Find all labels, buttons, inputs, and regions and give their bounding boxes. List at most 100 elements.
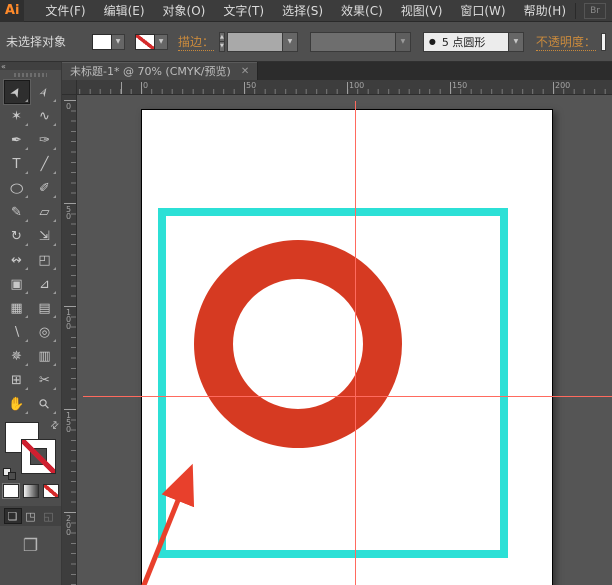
tool-artboard[interactable]: ⊞ xyxy=(4,368,30,392)
tool-magic-wand[interactable]: ✶ xyxy=(4,104,30,128)
menu-item[interactable]: 文件(F) xyxy=(36,0,94,22)
tool-perspective-grid[interactable]: ⊿ xyxy=(32,272,58,296)
opacity-input[interactable] xyxy=(600,32,606,51)
menu-item[interactable]: 对象(O) xyxy=(154,0,215,22)
tool-lasso[interactable]: ∿ xyxy=(32,104,58,128)
hruler-label: 50 xyxy=(246,81,257,90)
tool-type[interactable]: T xyxy=(4,152,30,176)
swap-fill-stroke-icon[interactable]: ⇄ xyxy=(48,419,62,433)
menubar: Ai 文件(F) 编辑(E) 对象(O) 文字(T) 选择(S) 效果(C) 视图(V) 窗口… xyxy=(0,0,612,22)
stepper-up-icon[interactable]: ▲ xyxy=(220,32,224,42)
tool-shape-builder[interactable]: ▣ xyxy=(4,272,30,296)
brush-definition-label: 5 点圆形 xyxy=(441,35,486,49)
variable-width-combo[interactable]: ▼ xyxy=(309,31,411,52)
stroke-weight-arrow-icon[interactable]: ▼ xyxy=(282,31,298,52)
tool-free-transform[interactable]: ◰ xyxy=(32,248,58,272)
tool-curvature[interactable]: ✑ xyxy=(32,128,58,152)
tool-icon: ✒ xyxy=(11,132,22,148)
fill-dropdown-arrow-icon[interactable]: ▼ xyxy=(112,33,126,50)
red-ring-shape[interactable] xyxy=(194,240,402,448)
mode-draw-behind[interactable]: ◳ xyxy=(22,508,40,524)
brush-definition-combo[interactable]: ● 5 点圆形 ▼ xyxy=(422,31,524,52)
fill-swatch[interactable] xyxy=(92,33,113,50)
tool-zoom[interactable]: ⚲ xyxy=(32,392,58,416)
menu-item[interactable]: 选择(S) xyxy=(273,0,332,22)
stroke-swatch-none[interactable] xyxy=(135,33,156,50)
mode-draw-normal[interactable]: ❏ xyxy=(3,508,22,524)
tools-panel: « ➤ ➢ ✶ ∿ ✒ ✑ T ╱ ○ ✐ ✎ ▱ ↻ ⇲ ↭ ◰ ▣ ⊿ ▦ … xyxy=(0,62,62,585)
tool-icon: ✶ xyxy=(11,108,22,124)
none-slash-icon xyxy=(22,440,55,473)
screen-mode-button[interactable]: ❐ xyxy=(18,536,44,556)
hruler-label: 0 xyxy=(143,81,149,90)
tool-blend[interactable]: ◎ xyxy=(32,320,58,344)
stroke-color-proxy[interactable] xyxy=(21,439,56,474)
tab-close-icon[interactable]: ✕ xyxy=(241,66,249,77)
tool-icon: ╱ xyxy=(40,156,49,172)
stroke-weight-stepper[interactable]: ▲ ▼ xyxy=(219,31,225,52)
menu-item[interactable]: 效果(C) xyxy=(332,0,392,22)
tool-icon: ∿ xyxy=(39,108,50,124)
opacity-panel-link[interactable]: 不透明度： xyxy=(535,33,596,51)
tool-ellipse[interactable]: ○ xyxy=(4,176,30,200)
document-tab[interactable]: 未标题-1* @ 70% (CMYK/预览) ✕ xyxy=(62,62,259,80)
tool-icon: ✵ xyxy=(11,348,22,364)
tool-paintbrush[interactable]: ✐ xyxy=(32,176,58,200)
brush-definition-arrow-icon[interactable]: ▼ xyxy=(508,31,524,52)
fill-color-control[interactable]: ▼ xyxy=(92,33,126,50)
tool-icon: T xyxy=(12,156,21,172)
tool-pen[interactable]: ✒ xyxy=(4,128,30,152)
canvas-area: 0 50 100 150 200 0 50 100 150 200 xyxy=(62,80,612,585)
none-button[interactable] xyxy=(42,484,59,498)
horizontal-ruler[interactable]: 0 50 100 150 200 xyxy=(77,80,612,95)
paint-mode-row xyxy=(0,484,61,498)
panel-collapse-icon[interactable]: « xyxy=(1,62,6,71)
vruler-label: 150 xyxy=(64,411,73,432)
mode-draw-inside[interactable]: ◱ xyxy=(40,508,58,524)
stroke-dropdown-arrow-icon[interactable]: ▼ xyxy=(155,33,169,50)
tool-hand[interactable]: ✋ xyxy=(4,392,30,416)
menu-item[interactable]: 窗口(W) xyxy=(451,0,514,22)
variable-width-arrow-icon[interactable]: ▼ xyxy=(395,31,411,52)
default-fill-stroke-icon[interactable] xyxy=(3,468,16,480)
tool-direct-selection[interactable]: ➢ xyxy=(32,80,58,104)
stepper-down-icon[interactable]: ▼ xyxy=(220,42,224,51)
menu-item[interactable]: 帮助(H) xyxy=(515,0,575,22)
ruler-origin-corner[interactable] xyxy=(62,80,77,95)
menu-item[interactable]: 视图(V) xyxy=(392,0,452,22)
tool-gradient[interactable]: ▤ xyxy=(32,296,58,320)
tool-symbol-sprayer[interactable]: ✵ xyxy=(4,344,30,368)
tool-icon: ✋ xyxy=(8,396,25,412)
tool-scale[interactable]: ⇲ xyxy=(32,224,58,248)
tool-line-segment[interactable]: ╱ xyxy=(32,152,58,176)
variable-width-value[interactable] xyxy=(309,31,396,52)
tool-selection[interactable]: ➤ xyxy=(3,80,30,104)
tool-width[interactable]: ↭ xyxy=(4,248,30,272)
gradient-button[interactable] xyxy=(22,484,39,498)
mode-icon: ◱ xyxy=(43,509,54,523)
tool-pencil[interactable]: ✎ xyxy=(4,200,30,224)
tool-eraser[interactable]: ▱ xyxy=(32,200,58,224)
tool-rotate[interactable]: ↻ xyxy=(4,224,30,248)
tool-eyedropper[interactable]: ∖ xyxy=(4,320,30,344)
vruler-label: 200 xyxy=(64,514,73,535)
stroke-weight-combo[interactable]: ▼ xyxy=(226,31,298,52)
stroke-weight-value[interactable] xyxy=(226,31,283,52)
tool-slice[interactable]: ✂ xyxy=(32,368,58,392)
hruler-label: 200 xyxy=(555,81,571,90)
menu-item[interactable]: 文字(T) xyxy=(214,0,273,22)
tool-column-graph[interactable]: ▥ xyxy=(32,344,58,368)
vertical-ruler[interactable]: 0 50 100 150 200 xyxy=(62,95,77,585)
horizontal-guide[interactable] xyxy=(83,396,612,397)
vruler-label: 0 xyxy=(64,102,73,109)
vertical-guide[interactable] xyxy=(355,101,356,585)
color-button[interactable] xyxy=(2,484,19,498)
brush-definition-value[interactable]: ● 5 点圆形 xyxy=(422,31,509,52)
tool-mesh[interactable]: ▦ xyxy=(4,296,30,320)
stroke-panel-link[interactable]: 描边： xyxy=(178,33,215,51)
document-viewport[interactable] xyxy=(77,95,612,585)
stroke-color-control[interactable]: ▼ xyxy=(135,33,169,50)
menu-item[interactable]: 编辑(E) xyxy=(95,0,154,22)
bridge-button[interactable]: Br xyxy=(584,2,606,19)
panel-grip-handle[interactable] xyxy=(14,71,47,78)
